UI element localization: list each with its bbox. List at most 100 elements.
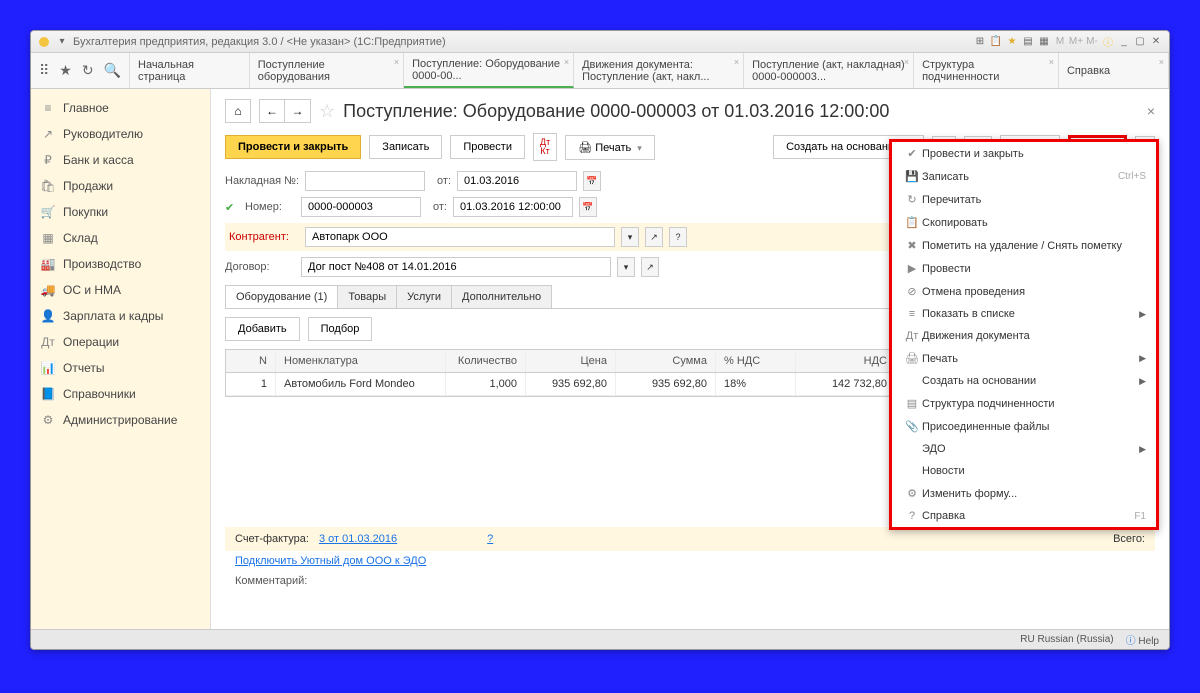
history-icon[interactable]: ↻ <box>82 62 94 79</box>
tb-star-icon[interactable]: ★ <box>1005 35 1019 49</box>
sidebar-item-12[interactable]: ⚙Администрирование <box>31 407 210 433</box>
tab-close-icon[interactable]: × <box>1049 57 1054 67</box>
th-vatpct[interactable]: % НДС <box>716 350 796 372</box>
tab-close-icon[interactable]: × <box>394 57 399 67</box>
contractor-input[interactable] <box>305 227 615 247</box>
menu-item-11[interactable]: ▤Структура подчиненности <box>892 392 1156 415</box>
tab-close-icon[interactable]: × <box>734 57 739 67</box>
nav-dropdown-icon[interactable]: ▾ <box>55 35 69 49</box>
tb-m--icon[interactable]: M- <box>1085 35 1099 49</box>
calendar-icon-2[interactable]: 📅 <box>579 197 597 217</box>
invoice-help-link[interactable]: ? <box>487 533 493 545</box>
help-status[interactable]: ⓘ Help <box>1126 632 1159 647</box>
sidebar-item-0[interactable]: ≡Главное <box>31 95 210 121</box>
favorite-star-icon[interactable]: ☆ <box>319 101 335 122</box>
menu-item-3[interactable]: 📋Скопировать <box>892 211 1156 234</box>
sidebar-item-10[interactable]: 📊Отчеты <box>31 355 210 381</box>
invoice-date-input[interactable] <box>457 171 577 191</box>
dtkt-button[interactable]: ДтКт <box>533 133 557 161</box>
open-icon-2[interactable]: ↗ <box>641 257 659 277</box>
sidebar-item-9[interactable]: ДтОперации <box>31 329 210 355</box>
menu-item-13[interactable]: ЭДО▶ <box>892 438 1156 460</box>
forward-button[interactable]: → <box>285 99 311 123</box>
minimize-icon[interactable]: _ <box>1117 35 1131 49</box>
tb-info-icon[interactable]: ⓘ <box>1101 35 1115 49</box>
post-button[interactable]: Провести <box>450 135 525 159</box>
datetime-input[interactable] <box>453 197 573 217</box>
menu-item-12[interactable]: 📎Присоединенные файлы <box>892 415 1156 438</box>
menu-item-16[interactable]: ?СправкаF1 <box>892 505 1156 527</box>
menu-item-8[interactable]: ДтДвижения документа <box>892 325 1156 347</box>
back-button[interactable]: ← <box>259 99 285 123</box>
menu-item-9[interactable]: 🖨Печать▶ <box>892 347 1156 370</box>
apps-icon[interactable]: ⠿ <box>39 62 49 79</box>
menu-item-10[interactable]: Создать на основании▶ <box>892 370 1156 392</box>
calendar-icon[interactable]: 📅 <box>583 171 601 191</box>
inner-tab-2[interactable]: Услуги <box>396 285 452 308</box>
menu-item-14[interactable]: Новости <box>892 460 1156 482</box>
inner-tab-1[interactable]: Товары <box>337 285 397 308</box>
sidebar-item-8[interactable]: 👤Зарплата и кадры <box>31 303 210 329</box>
sidebar-item-3[interactable]: 🛍Продажи <box>31 173 210 199</box>
th-price[interactable]: Цена <box>526 350 616 372</box>
tb-m+-icon[interactable]: M+ <box>1069 35 1083 49</box>
open-icon[interactable]: ↗ <box>645 227 663 247</box>
tab-close-icon[interactable]: × <box>1159 57 1164 67</box>
sidebar-item-2[interactable]: ₽Банк и касса <box>31 147 210 173</box>
invoice-footer-link[interactable]: 3 от 01.03.2016 <box>319 533 397 545</box>
tab-close-icon[interactable]: × <box>904 57 909 67</box>
th-sum[interactable]: Сумма <box>616 350 716 372</box>
sidebar-item-6[interactable]: 🏭Производство <box>31 251 210 277</box>
sidebar-item-1[interactable]: ↗Руководителю <box>31 121 210 147</box>
contract-input[interactable] <box>301 257 611 277</box>
menu-item-0[interactable]: ✔Провести и закрыть <box>892 142 1156 165</box>
edo-connect-link[interactable]: Подключить Уютный дом ООО к ЭДО <box>235 555 426 567</box>
language-indicator[interactable]: RU Russian (Russia) <box>1020 634 1113 645</box>
menu-item-4[interactable]: ✖Пометить на удаление / Снять пометку <box>892 234 1156 257</box>
menu-item-7[interactable]: ≡Показать в списке▶ <box>892 303 1156 325</box>
tb-m-icon[interactable]: M <box>1053 35 1067 49</box>
star-icon[interactable]: ★ <box>59 62 72 79</box>
dropdown-icon-2[interactable]: ▾ <box>617 257 635 277</box>
th-n[interactable]: N <box>226 350 276 372</box>
tab-5[interactable]: Структура подчиненности× <box>914 53 1059 88</box>
dropdown-icon[interactable]: ▾ <box>621 227 639 247</box>
inner-tab-3[interactable]: Дополнительно <box>451 285 552 308</box>
tb-icon-1[interactable]: ⊞ <box>973 35 987 49</box>
sidebar-item-5[interactable]: ▦Склад <box>31 225 210 251</box>
menu-item-6[interactable]: ⊘Отмена проведения <box>892 280 1156 303</box>
th-qty[interactable]: Количество <box>446 350 526 372</box>
search-icon[interactable]: 🔍 <box>104 62 121 79</box>
th-name[interactable]: Номенклатура <box>276 350 446 372</box>
pick-button[interactable]: Подбор <box>308 317 373 341</box>
menu-item-2[interactable]: ↻Перечитать <box>892 188 1156 211</box>
tab-1[interactable]: Поступление оборудования× <box>250 53 404 88</box>
sidebar-item-7[interactable]: 🚚ОС и НМА <box>31 277 210 303</box>
menu-item-5[interactable]: ▶Провести <box>892 257 1156 280</box>
number-input[interactable] <box>301 197 421 217</box>
tb-icon-2[interactable]: 📋 <box>989 35 1003 49</box>
tb-icon-3[interactable]: ▤ <box>1021 35 1035 49</box>
invoice-number-input[interactable] <box>305 171 425 191</box>
tab-2[interactable]: Поступление: Оборудование 0000-00...× <box>404 53 574 88</box>
menu-item-1[interactable]: 💾ЗаписатьCtrl+S <box>892 165 1156 188</box>
write-button[interactable]: Записать <box>369 135 442 159</box>
home-button[interactable]: ⌂ <box>225 99 251 123</box>
tab-3[interactable]: Движения документа: Поступление (акт, на… <box>574 53 744 88</box>
close-icon[interactable]: ✕ <box>1149 35 1163 49</box>
tb-icon-4[interactable]: ▦ <box>1037 35 1051 49</box>
tab-4[interactable]: Поступление (акт, накладная) 0000-000003… <box>744 53 914 88</box>
sidebar-item-11[interactable]: 📘Справочники <box>31 381 210 407</box>
print-button[interactable]: 🖨 Печать <box>565 135 655 160</box>
sidebar-item-4[interactable]: 🛒Покупки <box>31 199 210 225</box>
add-button[interactable]: Добавить <box>225 317 300 341</box>
inner-tab-0[interactable]: Оборудование (1) <box>225 285 338 308</box>
help-icon[interactable]: ? <box>669 227 687 247</box>
post-and-close-button[interactable]: Провести и закрыть <box>225 135 361 159</box>
tab-6[interactable]: Справка× <box>1059 53 1169 88</box>
maximize-icon[interactable]: ▢ <box>1133 35 1147 49</box>
menu-item-15[interactable]: ⚙Изменить форму... <box>892 482 1156 505</box>
close-page-icon[interactable]: × <box>1147 103 1155 119</box>
tab-0[interactable]: Начальная страница <box>130 53 250 88</box>
tab-close-icon[interactable]: × <box>564 57 569 67</box>
